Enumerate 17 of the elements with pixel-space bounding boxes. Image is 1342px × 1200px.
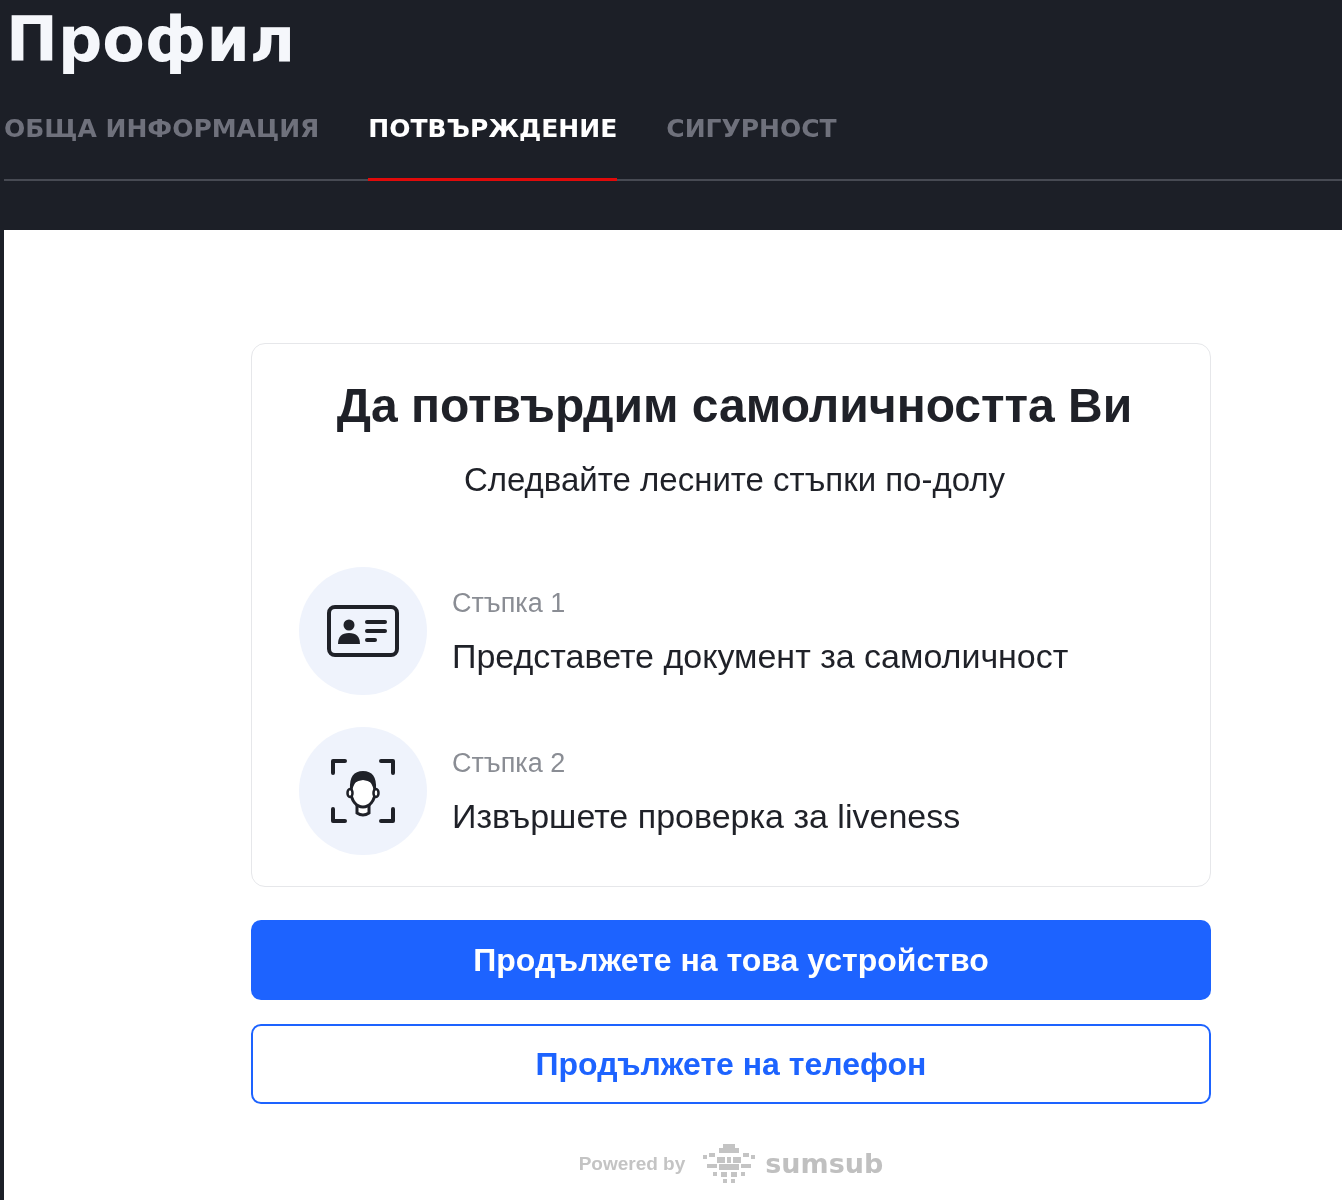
continue-phone-button[interactable]: Продължете на телефон	[251, 1024, 1211, 1104]
tab[interactable]: ПОТВЪРЖДЕНИЕ	[368, 80, 618, 181]
continue-device-button[interactable]: Продължете на това устройство	[251, 920, 1211, 1000]
powered-by-text: Powered by	[578, 1152, 686, 1176]
tab[interactable]: ОБЩА ИНФОРМАЦИЯ	[4, 80, 320, 181]
step-description: Извършете проверка за liveness	[452, 796, 961, 836]
step-label: Стъпка 2	[452, 747, 566, 780]
pixel-logo-icon	[703, 1144, 756, 1184]
brand-wordmark: sumsub	[765, 1147, 884, 1181]
card-subtitle: Следвайте лесните стъпки по-долу	[463, 460, 1006, 500]
id-card-icon	[327, 605, 399, 657]
page-title: Профил	[5, 2, 296, 78]
card-title: Да потвърдим самоличността Ви	[336, 380, 1133, 432]
face-scan-icon	[331, 759, 395, 823]
step-label: Стъпка 1	[452, 587, 566, 620]
tab[interactable]: СИГУРНОСТ	[666, 80, 837, 181]
step-description: Представете документ за самоличност	[452, 636, 1069, 676]
